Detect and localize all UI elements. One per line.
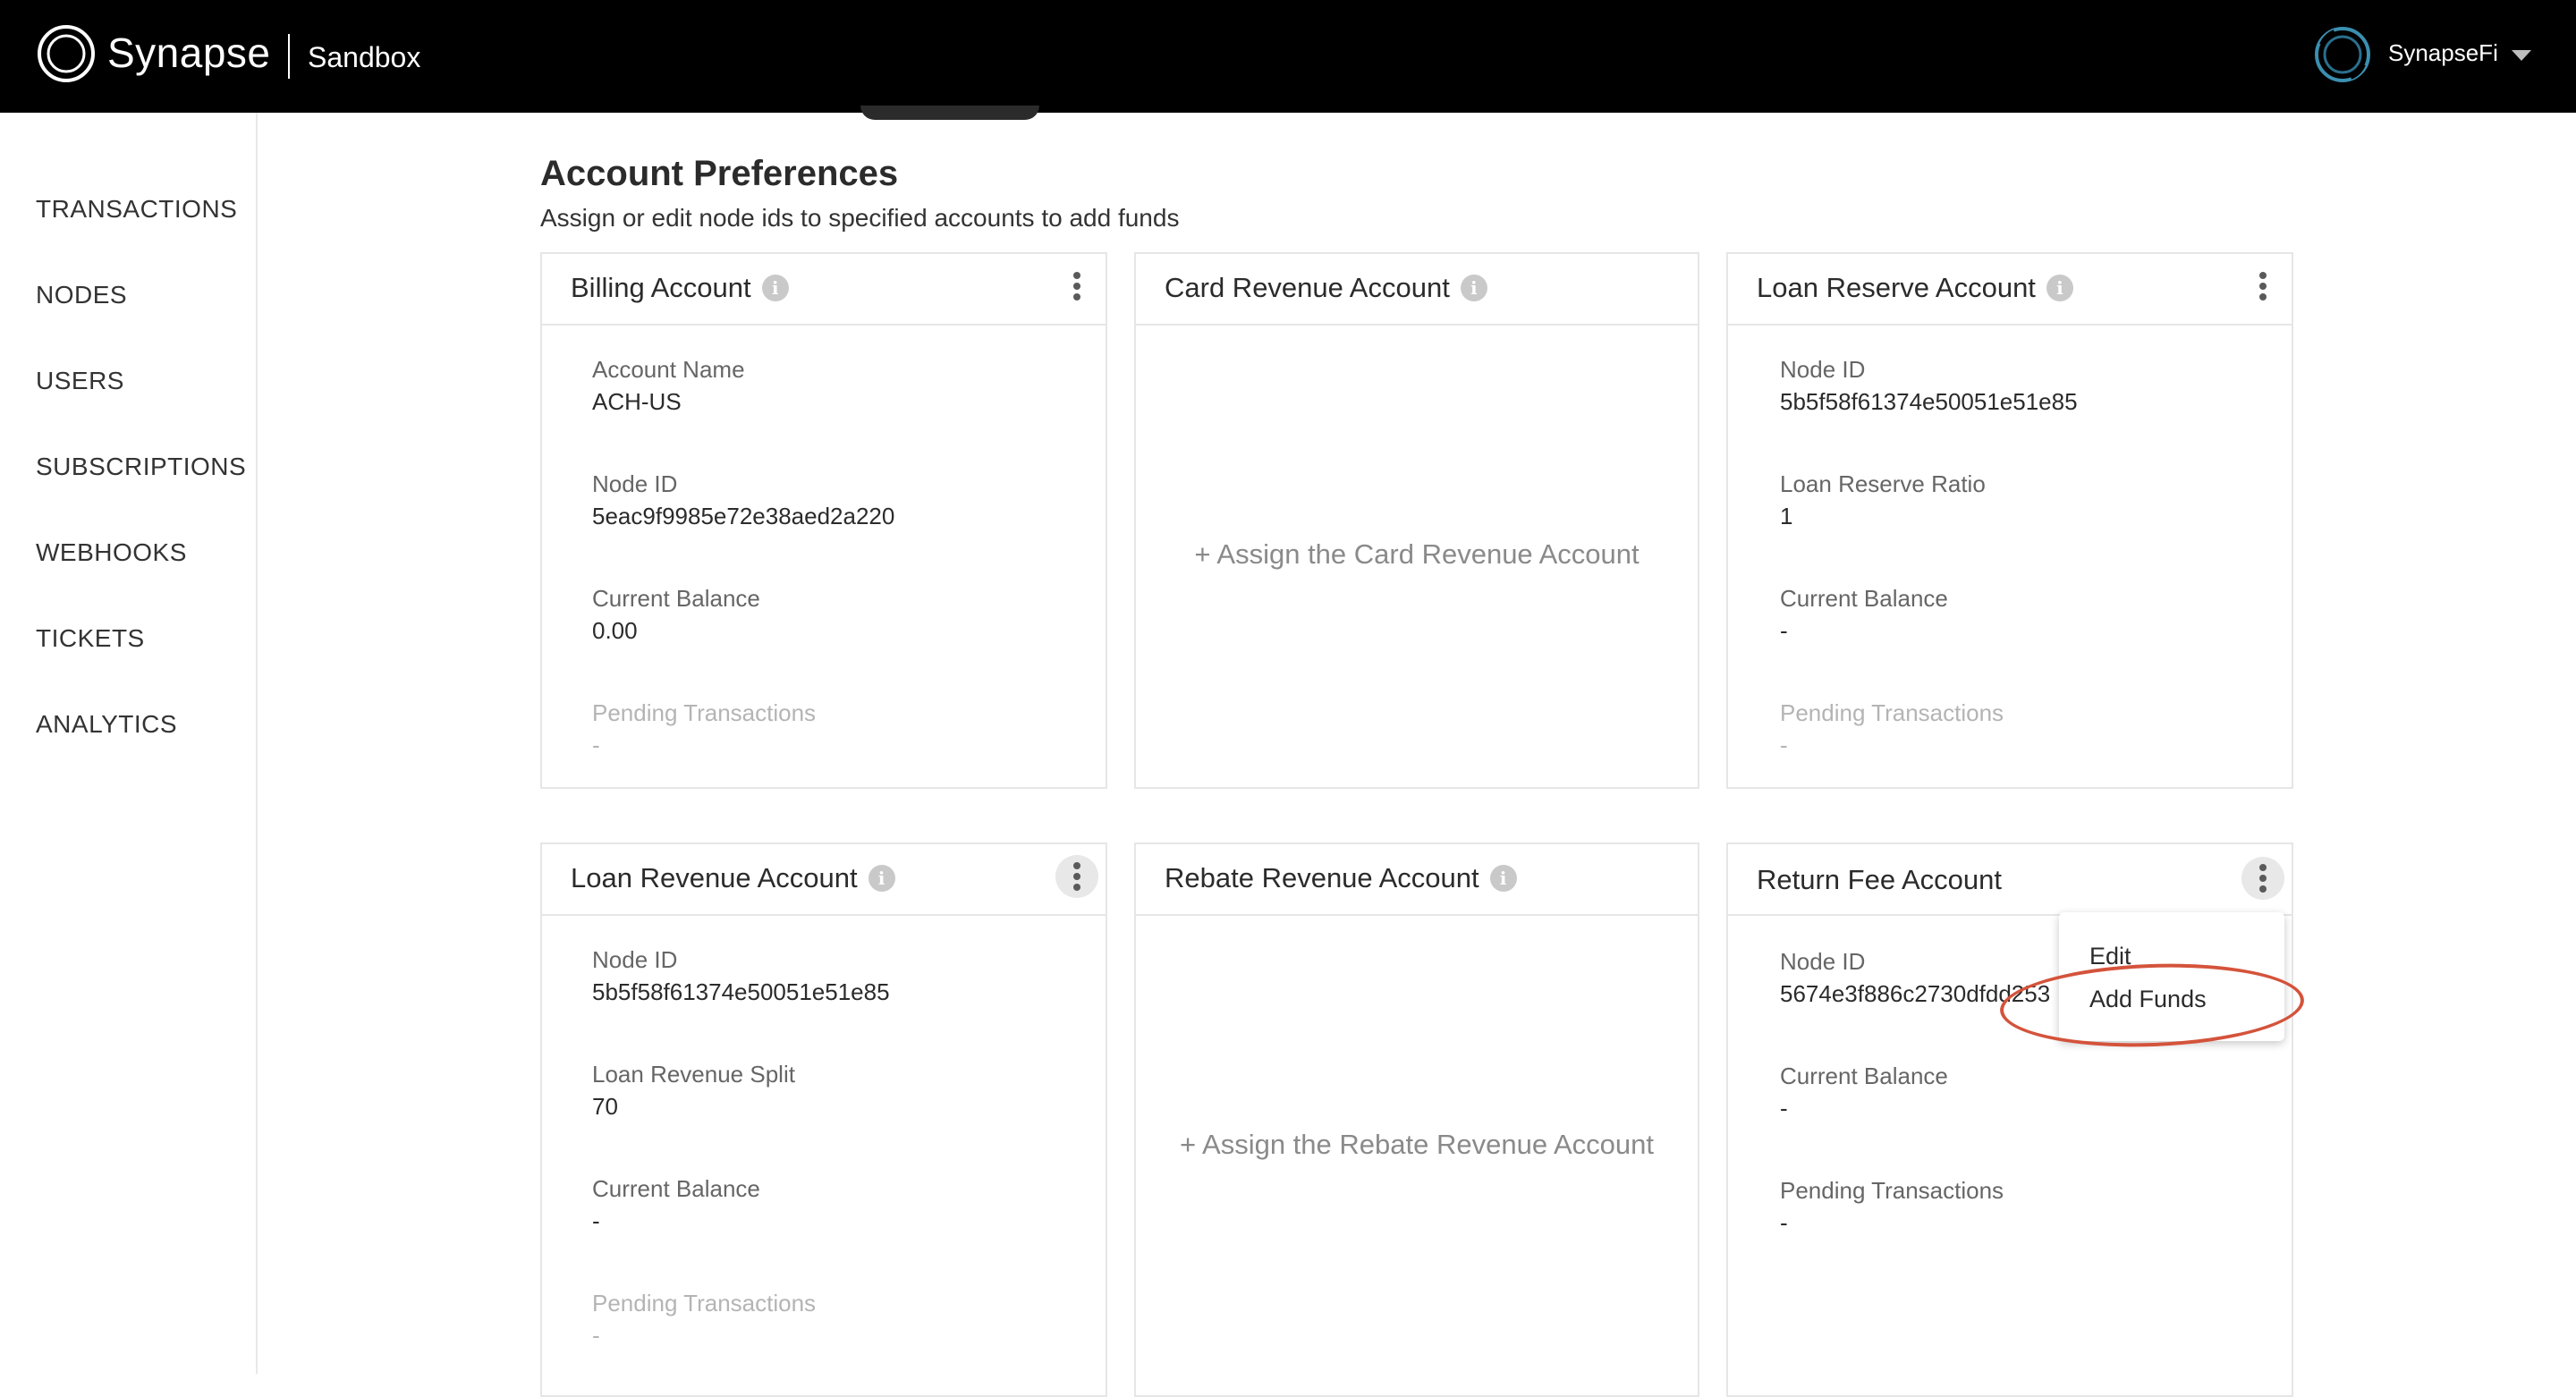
info-icon[interactable]: i — [761, 275, 789, 301]
field-label: Current Balance — [592, 1175, 760, 1202]
card-header: Card Revenue Account i — [1136, 254, 1698, 326]
field-value: 5eac9f9985e72e38aed2a220 — [592, 503, 895, 529]
field-value: ACH-US — [592, 388, 682, 415]
field-value: 1 — [1780, 503, 1793, 529]
field-label: Pending Transactions — [1780, 1177, 2004, 1204]
sidebar-item-analytics[interactable]: ANALYTICS — [36, 710, 177, 739]
field-value: 5b5f58f61374e50051e51e85 — [1780, 388, 2078, 415]
sidebar-item-subscriptions[interactable]: SUBSCRIPTIONS — [36, 453, 246, 481]
field-value: 5b5f58f61374e50051e51e85 — [592, 978, 890, 1005]
page-title: Account Preferences — [540, 154, 899, 193]
collapsed-tab-handle[interactable] — [860, 106, 1039, 120]
sidebar: TRANSACTIONS NODES USERS SUBSCRIPTIONS W… — [0, 113, 258, 1374]
field-value: 0.00 — [592, 617, 638, 644]
brand-name[interactable]: Synapse — [107, 29, 271, 77]
field-label: Node ID — [1780, 948, 1866, 975]
field-value: - — [1780, 617, 1788, 644]
field-label: Current Balance — [592, 585, 760, 612]
card-header: Rebate Revenue Account i — [1136, 844, 1698, 916]
org-name[interactable]: SynapseFi — [2388, 39, 2498, 67]
loan-reserve-account-card: Loan Reserve Account i Node ID 5b5f58f613… — [1726, 252, 2293, 789]
card-title: Card Revenue Account i — [1165, 272, 1487, 304]
info-icon[interactable]: i — [1460, 275, 1487, 301]
field-label: Loan Reserve Ratio — [1780, 470, 1986, 497]
card-header: Loan Revenue Account i — [542, 844, 1106, 916]
synapse-logo-icon[interactable] — [36, 23, 97, 84]
environment-label: Sandbox — [308, 41, 421, 73]
card-header: Return Fee Account — [1728, 844, 2292, 916]
info-icon[interactable]: i — [1489, 865, 1517, 892]
field-value: - — [592, 732, 600, 758]
sidebar-item-webhooks[interactable]: WEBHOOKS — [36, 538, 187, 567]
field-label: Node ID — [592, 946, 678, 973]
field-label: Current Balance — [1780, 1063, 1948, 1089]
field-label: Loan Revenue Split — [592, 1061, 795, 1088]
caret-down-icon[interactable] — [2512, 50, 2531, 61]
card-revenue-account-card: Card Revenue Account i + Assign the Card … — [1134, 252, 1699, 789]
card-title: Loan Revenue Account i — [571, 862, 895, 894]
more-options-button[interactable] — [1055, 265, 1098, 308]
sidebar-item-tickets[interactable]: TICKETS — [36, 624, 145, 653]
page-subtitle: Assign or edit node ids to specified acc… — [540, 204, 1180, 232]
top-bar: Synapse Sandbox SynapseFi — [0, 0, 2576, 113]
field-label: Node ID — [1780, 356, 1866, 383]
field-value: - — [1780, 732, 1788, 758]
card-header: Billing Account i — [542, 254, 1106, 326]
info-icon[interactable]: i — [2046, 275, 2073, 301]
field-label: Account Name — [592, 356, 745, 383]
more-options-button[interactable] — [2241, 857, 2284, 900]
field-label: Pending Transactions — [592, 1290, 817, 1317]
assign-card-revenue-link[interactable]: + Assign the Card Revenue Account — [1136, 538, 1698, 571]
card-title: Billing Account i — [571, 272, 789, 304]
field-label: Pending Transactions — [592, 699, 817, 726]
field-value: - — [1780, 1095, 1788, 1122]
org-logo-icon[interactable] — [2313, 25, 2372, 84]
sidebar-item-nodes[interactable]: NODES — [36, 281, 127, 309]
card-title: Rebate Revenue Account i — [1165, 862, 1517, 894]
assign-rebate-revenue-link[interactable]: + Assign the Rebate Revenue Account — [1136, 1129, 1698, 1161]
sidebar-item-transactions[interactable]: TRANSACTIONS — [36, 195, 237, 224]
info-icon[interactable]: i — [868, 865, 895, 892]
card-title: Loan Reserve Account i — [1757, 272, 2073, 304]
more-options-button[interactable] — [1055, 855, 1098, 898]
card-title: Return Fee Account — [1757, 864, 2002, 895]
loan-revenue-account-card: Loan Revenue Account i Node ID 5b5f58f613… — [540, 842, 1107, 1397]
brand-divider — [288, 34, 290, 79]
field-value: - — [592, 1207, 600, 1234]
field-label: Pending Transactions — [1780, 699, 2004, 726]
billing-account-card: Billing Account i Account Name ACH-US Nod… — [540, 252, 1107, 789]
field-label: Current Balance — [1780, 585, 1948, 612]
card-header: Loan Reserve Account i — [1728, 254, 2292, 326]
rebate-revenue-account-card: Rebate Revenue Account i + Assign the Reb… — [1134, 842, 1699, 1397]
field-value: - — [592, 1322, 600, 1349]
sidebar-item-users[interactable]: USERS — [36, 367, 124, 395]
more-options-button[interactable] — [2241, 265, 2284, 308]
field-value: - — [1780, 1209, 1788, 1236]
field-label: Node ID — [592, 470, 678, 497]
field-value: 70 — [592, 1093, 618, 1120]
